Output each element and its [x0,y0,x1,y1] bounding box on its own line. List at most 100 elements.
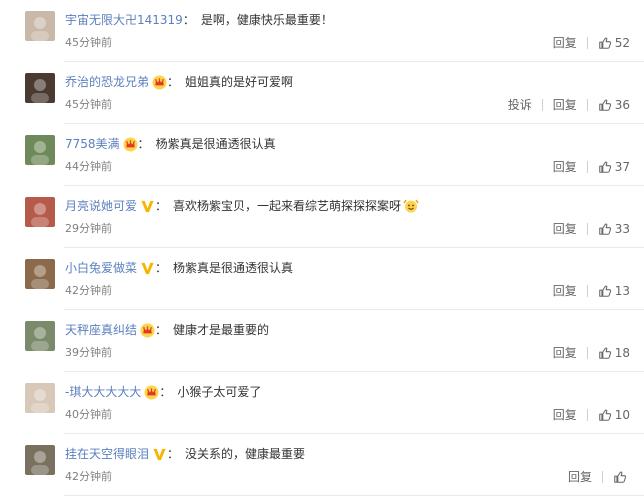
comment-item: -琪大大大大大 ： 小猴子太可爱了 40分钟前 回复 10 [0,372,644,434]
colon: ： [182,13,195,27]
v-badge-icon [140,199,155,214]
like-count: 52 [614,36,630,50]
comment-actions: 回复 33 [553,220,630,238]
divider [586,285,588,297]
reply-button[interactable]: 回复 [553,34,577,52]
comment-item: 宇宙无限大卍141319： 是啊，健康快乐最重要！ 45分钟前 回复 52 [0,0,644,62]
comment-line: -琪大大大大大 ： 小猴子太可爱了 [65,382,261,402]
colon: ： [137,137,150,151]
like-button[interactable]: 33 [598,220,630,238]
divider [586,37,588,49]
report-button[interactable]: 投诉 [508,96,532,114]
comment-line: 月亮说她可爱 ： 喜欢杨紫宝贝，一起来看综艺萌探探探案呀 [65,196,419,216]
cheer-emoji-icon [403,198,419,214]
avatar[interactable] [25,197,55,227]
username-link[interactable]: 挂在天空得眼泪 [65,444,149,464]
reply-button[interactable]: 回复 [553,96,577,114]
comment-actions: 回复 37 [553,158,630,176]
comment-actions: 回复 10 [553,406,630,424]
reply-button[interactable]: 回复 [553,220,577,238]
comment-text: 喜欢杨紫宝贝，一起来看综艺萌探探探案呀 [173,199,402,213]
colon: ： [167,75,180,89]
thumbs-up-icon [598,160,615,174]
username-link[interactable]: 宇宙无限大卍141319 [65,10,183,30]
comment-text: 杨紫真是很通透很认真 [173,261,294,275]
comment-line: 天秤座真纠结 ： 健康才是最重要的 [65,320,269,340]
reply-button[interactable]: 回复 [568,468,592,486]
divider [586,347,588,359]
thumbs-up-icon [598,408,615,422]
comment-line: 挂在天空得眼泪 ： 没关系的，健康最重要 [65,444,305,464]
like-count: 10 [614,408,630,422]
avatar[interactable] [25,383,55,413]
comment-time: 45分钟前 [65,36,112,49]
comment-item: 乔治的恐龙兄弟 ： 姐姐真的是好可爱啊 45分钟前 投诉 回复 36 [0,62,644,124]
username-link[interactable]: 7758美满 [65,134,120,154]
like-button[interactable]: 10 [598,406,630,424]
like-count: 18 [614,346,630,360]
comment-time: 39分钟前 [65,346,112,359]
avatar[interactable] [25,11,55,41]
crown-badge-icon [123,136,138,152]
v-badge-icon [152,447,167,462]
like-button[interactable]: 52 [598,34,630,52]
crown-badge-icon [140,322,155,338]
comment-text: 姐姐真的是好可爱啊 [185,75,294,89]
comment-text: 杨紫真是很通透很认真 [155,137,276,151]
like-button[interactable]: 18 [598,344,630,362]
comment-time: 42分钟前 [65,470,112,483]
avatar[interactable] [25,259,55,289]
username-link[interactable]: -琪大大大大大 [65,382,141,402]
like-button[interactable]: 13 [598,282,630,300]
crown-badge-icon [152,74,167,90]
comment-actions: 回复 [568,468,630,486]
v-badge-icon [140,261,155,276]
divider [602,471,603,483]
divider [586,409,588,421]
comment-actions: 回复 13 [553,282,630,300]
comment-item: 天秤座真纠结 ： 健康才是最重要的 39分钟前 回复 18 [0,310,644,372]
like-count: 13 [614,284,630,298]
divider [586,99,588,111]
like-button[interactable]: 37 [598,158,630,176]
username-link[interactable]: 天秤座真纠结 [65,320,137,340]
reply-button[interactable]: 回复 [553,406,577,424]
reply-button[interactable]: 回复 [553,158,577,176]
reply-button[interactable]: 回复 [553,282,577,300]
like-button[interactable] [613,470,630,484]
comment-line: 7758美满 ： 杨紫真是很通透很认真 [65,134,276,154]
comment-list: 宇宙无限大卍141319：是啊，健康快乐最重要！ 45分钟前 回复 52 乔治的恐龙兄弟… [0,0,644,496]
colon: ： [159,385,172,399]
avatar[interactable] [25,321,55,351]
comment-time: 29分钟前 [65,222,112,235]
avatar[interactable] [25,445,55,475]
comment-time: 45分钟前 [65,98,112,111]
comment-text: 没关系的，健康最重要 [185,447,306,461]
thumbs-up-icon [598,284,615,298]
comment-item: 小白兔爱做菜 ： 杨紫真是很通透很认真 42分钟前 回复 13 [0,248,644,310]
username-link[interactable]: 月亮说她可爱 [65,196,137,216]
username-link[interactable]: 小白兔爱做菜 [65,258,137,278]
thumbs-up-icon [598,222,615,236]
comment-actions: 投诉 回复 36 [508,96,630,114]
comment-text: 健康才是最重要的 [173,323,270,337]
avatar[interactable] [25,73,55,103]
crown-badge-icon [144,384,159,400]
reply-button[interactable]: 回复 [553,344,577,362]
like-count: 33 [614,222,630,236]
username-link[interactable]: 乔治的恐龙兄弟 [65,72,149,92]
like-button[interactable]: 36 [598,96,630,114]
colon: ： [155,199,168,213]
colon: ： [155,261,168,275]
like-count: 37 [614,160,630,174]
thumbs-up-icon [598,346,615,360]
comment-line: 小白兔爱做菜 ： 杨紫真是很通透很认真 [65,258,293,278]
colon: ： [167,447,180,461]
divider [586,223,588,235]
avatar[interactable] [25,135,55,165]
comment-time: 42分钟前 [65,284,112,297]
like-count: 36 [614,98,630,112]
comment-actions: 回复 52 [553,34,630,52]
comment-line: 宇宙无限大卍141319： 是啊，健康快乐最重要！ [65,10,333,30]
colon: ： [155,323,168,337]
